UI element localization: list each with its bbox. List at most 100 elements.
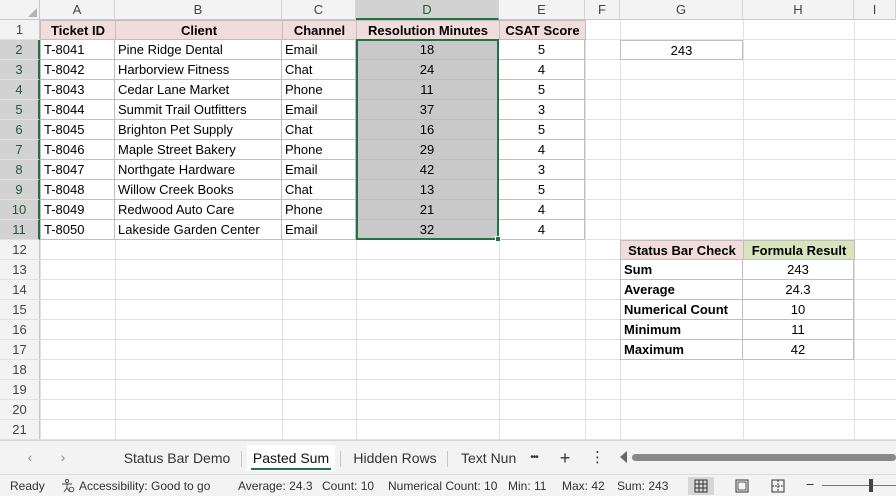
column-header-c[interactable]: C [282, 0, 356, 20]
table-cell[interactable]: 16 [356, 120, 499, 140]
table-cell[interactable]: 3 [499, 100, 585, 120]
sheet-options-icon[interactable]: ⋮ [590, 447, 605, 471]
table-cell[interactable]: Email [282, 100, 356, 120]
table-cell[interactable]: Email [282, 160, 356, 180]
table-cell[interactable]: Email [282, 220, 356, 240]
table-cell[interactable]: 21 [356, 200, 499, 220]
table-cell[interactable]: Chat [282, 60, 356, 80]
row-header-16[interactable]: 16 [0, 320, 40, 340]
scrollbar-thumb[interactable] [632, 454, 896, 461]
table-cell[interactable]: T-8043 [40, 80, 115, 100]
table-cell[interactable]: 32 [356, 220, 499, 240]
tab-pasted-sum[interactable]: Pasted Sum [247, 445, 335, 471]
column-header-a[interactable]: A [40, 0, 115, 20]
spreadsheet-grid[interactable]: A B C D E F G H I 1 2 3 4 5 6 7 8 9 10 11 12 13 14 15 16 17 18 19 20… [0, 0, 896, 440]
column-header-d[interactable]: D [356, 0, 499, 20]
table-cell[interactable]: Lakeside Garden Center [115, 220, 282, 240]
table-header-cell[interactable]: Resolution Minutes [356, 20, 500, 40]
table-cell[interactable]: Redwood Auto Care [115, 200, 282, 220]
table-cell[interactable]: Phone [282, 140, 356, 160]
tab-text-num[interactable]: Text Nun [455, 447, 525, 471]
table-cell[interactable]: T-8042 [40, 60, 115, 80]
table-cell[interactable]: 4 [499, 140, 585, 160]
status-numerical-count[interactable]: Numerical Count: 10 [388, 479, 497, 493]
tab-status-bar-demo[interactable]: Status Bar Demo [118, 447, 236, 471]
table-cell[interactable]: T-8044 [40, 100, 115, 120]
table-cell[interactable]: T-8047 [40, 160, 115, 180]
table-cell[interactable]: 11 [356, 80, 499, 100]
table-cell[interactable]: Maple Street Bakery [115, 140, 282, 160]
table-header-cell[interactable]: Channel [282, 20, 357, 40]
table-cell[interactable]: T-8049 [40, 200, 115, 220]
table-cell[interactable]: 5 [499, 120, 585, 140]
table-header-cell[interactable]: Client [115, 20, 283, 40]
table-header-cell[interactable]: Ticket ID [40, 20, 116, 40]
status-sum[interactable]: Sum: 243 [617, 479, 668, 493]
table-header-cell[interactable]: CSAT Score [499, 20, 586, 40]
page-break-preview-icon[interactable] [765, 477, 791, 495]
zoom-out-icon[interactable]: − [806, 476, 814, 492]
column-header-h[interactable]: H [743, 0, 854, 20]
status-max[interactable]: Max: 42 [562, 479, 605, 493]
table-cell[interactable]: T-8041 [40, 40, 115, 60]
pasted-sum-cell[interactable]: 243 [620, 40, 743, 60]
status-min[interactable]: Min: 11 [508, 479, 546, 493]
horizontal-scrollbar[interactable] [620, 451, 896, 463]
row-header-19[interactable]: 19 [0, 380, 40, 400]
row-header-17[interactable]: 17 [0, 340, 40, 360]
table-cell[interactable]: 24 [356, 60, 499, 80]
next-sheet-icon[interactable]: › [55, 449, 71, 465]
table-cell[interactable]: Chat [282, 180, 356, 200]
table-cell[interactable]: Northgate Hardware [115, 160, 282, 180]
check-label-cell[interactable]: Maximum [620, 340, 743, 360]
select-all-corner[interactable] [0, 0, 40, 20]
table-cell[interactable]: Cedar Lane Market [115, 80, 282, 100]
check-result-cell[interactable]: 10 [743, 300, 854, 320]
table-cell[interactable]: 5 [499, 80, 585, 100]
normal-view-icon[interactable] [688, 477, 714, 495]
check-label-cell[interactable]: Sum [620, 260, 743, 280]
more-sheets-icon[interactable]: ••• [524, 447, 544, 471]
row-header-8[interactable]: 8 [0, 160, 40, 180]
row-header-10[interactable]: 10 [0, 200, 40, 220]
row-header-6[interactable]: 6 [0, 120, 40, 140]
row-header-12[interactable]: 12 [0, 240, 40, 260]
row-header-7[interactable]: 7 [0, 140, 40, 160]
row-header-15[interactable]: 15 [0, 300, 40, 320]
table-cell[interactable]: Email [282, 40, 356, 60]
table-cell[interactable]: 3 [499, 160, 585, 180]
check-result-cell[interactable]: 243 [743, 260, 854, 280]
check-label-cell[interactable]: Minimum [620, 320, 743, 340]
accessibility-icon[interactable] [60, 478, 75, 496]
zoom-slider-thumb[interactable] [869, 479, 873, 492]
row-header-13[interactable]: 13 [0, 260, 40, 280]
table-cell[interactable]: 4 [499, 220, 585, 240]
add-sheet-icon[interactable]: + [556, 447, 574, 471]
table-cell[interactable]: 42 [356, 160, 499, 180]
scroll-left-icon[interactable] [620, 451, 627, 463]
check-result-cell[interactable]: 24.3 [743, 280, 854, 300]
zoom-slider-track[interactable] [822, 485, 896, 486]
column-header-f[interactable]: F [585, 0, 620, 20]
row-header-21[interactable]: 21 [0, 420, 40, 440]
row-header-18[interactable]: 18 [0, 360, 40, 380]
prev-sheet-icon[interactable]: ‹ [22, 449, 38, 465]
fill-handle[interactable] [495, 236, 501, 242]
check-table-header[interactable]: Formula Result [743, 240, 855, 260]
table-cell[interactable]: T-8046 [40, 140, 115, 160]
table-cell[interactable]: 29 [356, 140, 499, 160]
check-label-cell[interactable]: Numerical Count [620, 300, 743, 320]
table-cell[interactable]: Summit Trail Outfitters [115, 100, 282, 120]
table-cell[interactable]: 37 [356, 100, 499, 120]
column-header-g[interactable]: G [620, 0, 743, 20]
check-label-cell[interactable]: Average [620, 280, 743, 300]
check-result-cell[interactable]: 42 [743, 340, 854, 360]
table-cell[interactable]: Phone [282, 200, 356, 220]
row-header-11[interactable]: 11 [0, 220, 40, 240]
accessibility-status[interactable]: Accessibility: Good to go [79, 479, 210, 493]
column-header-b[interactable]: B [115, 0, 282, 20]
table-cell[interactable]: Chat [282, 120, 356, 140]
column-header-e[interactable]: E [499, 0, 585, 20]
table-cell[interactable]: Willow Creek Books [115, 180, 282, 200]
status-average[interactable]: Average: 24.3 [238, 479, 313, 493]
